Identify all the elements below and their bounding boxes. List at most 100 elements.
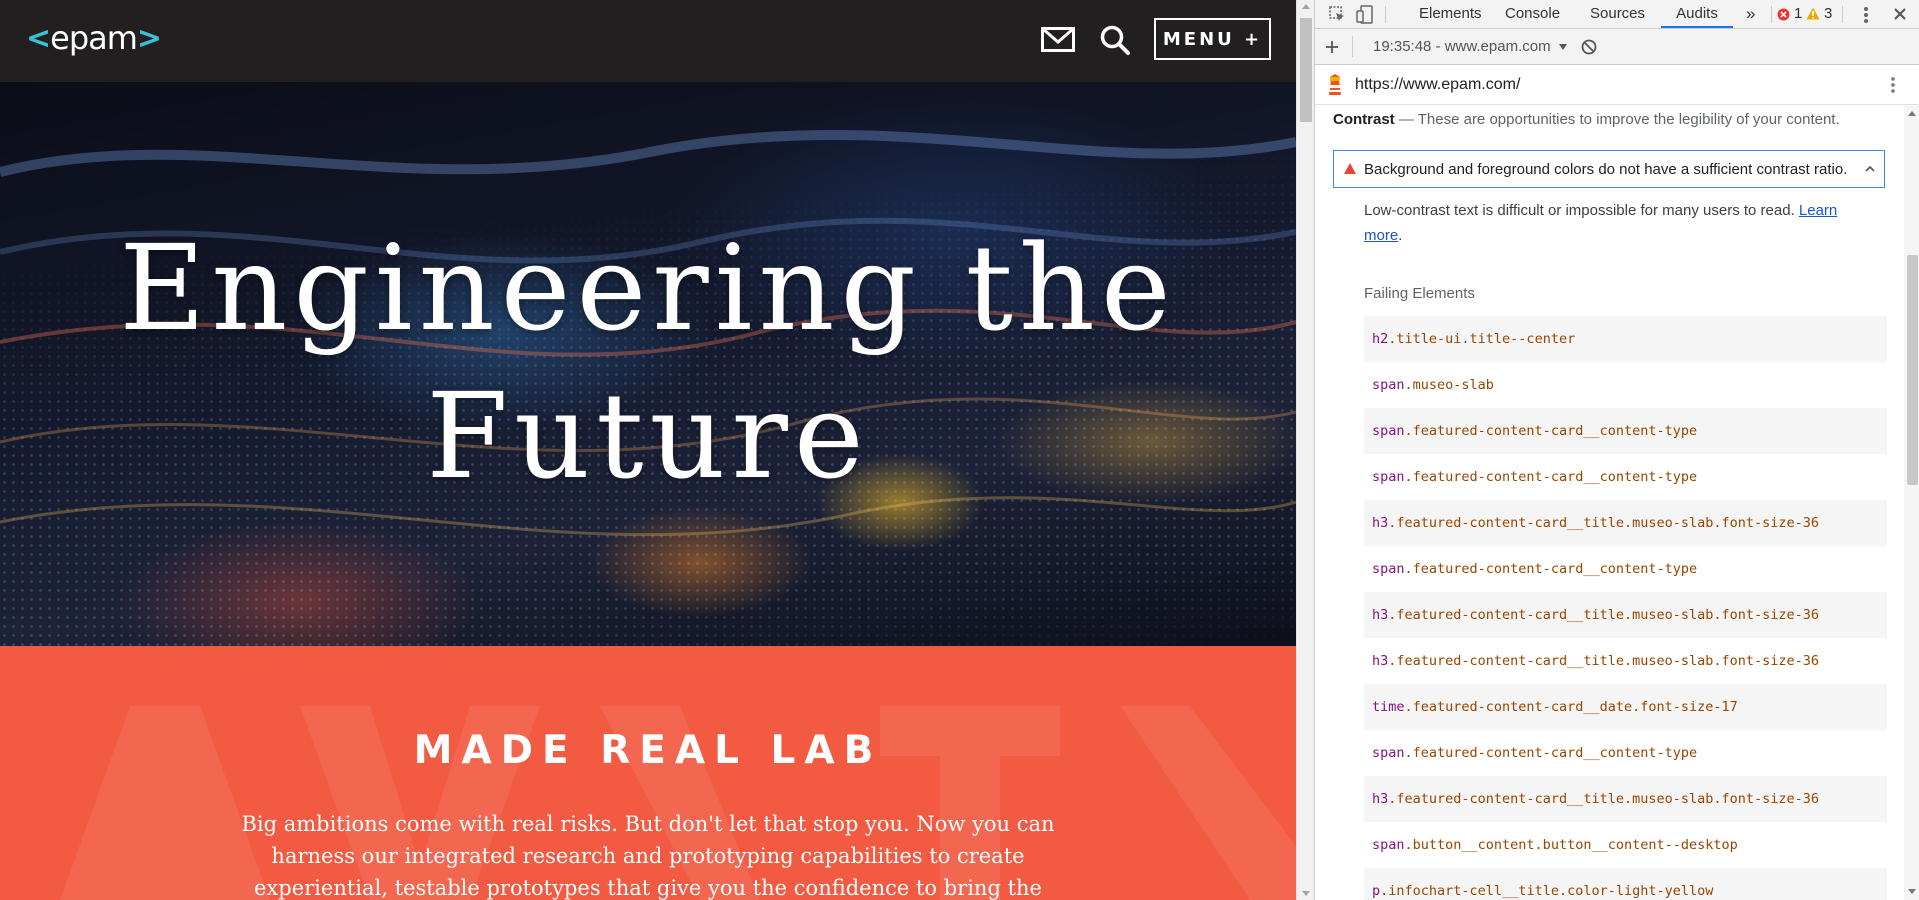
element-tag: span bbox=[1372, 469, 1405, 485]
element-classes: .button__content.button__content--deskto… bbox=[1404, 837, 1738, 853]
close-icon[interactable] bbox=[1893, 7, 1907, 21]
contrast-audit-item[interactable]: Background and foreground colors do not … bbox=[1333, 150, 1885, 188]
clear-reports-icon[interactable] bbox=[1581, 39, 1597, 55]
error-count[interactable]: 1 bbox=[1794, 0, 1802, 28]
element-classes: .featured-content-card__date.font-size-1… bbox=[1404, 699, 1738, 715]
element-classes: .infochart-cell__title.color-light-yello… bbox=[1380, 883, 1714, 899]
failing-elements-list: h2.title-ui.title--center span.museo-slab… bbox=[1364, 316, 1887, 900]
hero-banner: Engineering the Future bbox=[0, 82, 1296, 646]
devtools-scrollbar[interactable] bbox=[1904, 105, 1919, 900]
failing-element-row[interactable]: h3.featured-content-card__title.museo-sl… bbox=[1364, 776, 1887, 822]
menu-button[interactable]: MENU + bbox=[1154, 18, 1271, 60]
audit-title: Background and foreground colors do not … bbox=[1364, 161, 1848, 178]
hero-title: Engineering the Future bbox=[0, 214, 1296, 510]
error-icon[interactable] bbox=[1777, 8, 1790, 21]
scrollbar-thumb[interactable] bbox=[1300, 18, 1312, 122]
element-classes: .featured-content-card__title.museo-slab… bbox=[1388, 653, 1820, 669]
element-tag: span bbox=[1372, 423, 1405, 439]
element-classes: .featured-content-card__title.museo-slab… bbox=[1388, 791, 1820, 807]
inspect-element-icon[interactable] bbox=[1329, 6, 1346, 23]
warning-icon[interactable] bbox=[1806, 7, 1820, 20]
failing-element-row[interactable]: span.featured-content-card__content-type bbox=[1364, 408, 1887, 454]
device-toolbar-icon[interactable] bbox=[1356, 5, 1374, 24]
element-classes: .featured-content-card__content-type bbox=[1404, 745, 1698, 761]
scroll-down-arrow-icon[interactable] bbox=[1302, 891, 1310, 896]
element-classes: .featured-content-card__title.museo-slab… bbox=[1388, 607, 1820, 623]
element-tag: h3 bbox=[1372, 607, 1389, 623]
audits-toolbar: 19:35:48 - www.epam.com bbox=[1315, 29, 1919, 65]
made-real-lab-section: MADE REAL LAB Big ambitions come with re… bbox=[0, 646, 1296, 900]
search-icon[interactable] bbox=[1099, 24, 1131, 56]
audit-description-text: Low-contrast text is difficult or imposs… bbox=[1364, 202, 1795, 219]
element-classes: .featured-content-card__content-type bbox=[1404, 469, 1698, 485]
tab-console[interactable]: Console bbox=[1505, 0, 1560, 28]
contrast-heading: Contrast bbox=[1333, 111, 1395, 128]
audited-url: https://www.epam.com/ bbox=[1355, 76, 1521, 93]
lighthouse-icon bbox=[1329, 74, 1341, 95]
element-tag: h3 bbox=[1372, 791, 1389, 807]
failing-element-row[interactable]: h3.featured-content-card__title.museo-sl… bbox=[1364, 638, 1887, 684]
contrast-section-header: Contrast — These are opportunities to im… bbox=[1333, 111, 1840, 128]
failing-element-row[interactable]: span.featured-content-card__content-type bbox=[1364, 730, 1887, 776]
scroll-up-arrow-icon[interactable] bbox=[1908, 111, 1916, 116]
failing-element-row[interactable]: p.infochart-cell__title.color-light-yell… bbox=[1364, 868, 1887, 900]
logo-text: epam bbox=[50, 19, 138, 57]
element-classes: .title-ui.title--center bbox=[1388, 331, 1576, 347]
tab-separator bbox=[1771, 6, 1772, 23]
contrast-subtitle: — These are opportunities to improve the… bbox=[1398, 111, 1840, 128]
tab-sources[interactable]: Sources bbox=[1590, 0, 1645, 28]
tab-audits[interactable]: Audits bbox=[1661, 0, 1733, 28]
plus-icon[interactable] bbox=[1325, 40, 1339, 54]
epam-logo[interactable]: < epam > bbox=[26, 18, 162, 58]
audit-report-content: Contrast — These are opportunities to im… bbox=[1315, 105, 1904, 900]
failing-elements-title: Failing Elements bbox=[1364, 285, 1475, 302]
scroll-up-arrow-icon[interactable] bbox=[1302, 4, 1310, 9]
fail-triangle-icon bbox=[1344, 163, 1356, 174]
logo-left-chevron: < bbox=[26, 20, 51, 56]
tab-elements[interactable]: Elements bbox=[1419, 0, 1482, 28]
failing-element-row[interactable]: span.museo-slab bbox=[1364, 362, 1887, 408]
element-classes: .featured-content-card__title.museo-slab… bbox=[1388, 515, 1820, 531]
website-viewport: < epam > MENU + Engineering the Future M… bbox=[0, 0, 1296, 900]
element-tag: h3 bbox=[1372, 653, 1389, 669]
report-selector-label: 19:35:48 - www.epam.com bbox=[1373, 38, 1551, 55]
failing-element-row[interactable]: span.button__content.button__content--de… bbox=[1364, 822, 1887, 868]
element-tag: span bbox=[1372, 377, 1405, 393]
mail-icon[interactable] bbox=[1041, 27, 1075, 52]
scroll-down-arrow-icon[interactable] bbox=[1908, 889, 1916, 894]
tab-separator bbox=[1385, 6, 1386, 23]
site-header: < epam > MENU + bbox=[0, 0, 1296, 82]
warning-count[interactable]: 3 bbox=[1824, 0, 1832, 28]
more-tabs-button[interactable]: » bbox=[1746, 0, 1755, 28]
tab-separator bbox=[1842, 6, 1843, 23]
element-classes: .featured-content-card__content-type bbox=[1404, 561, 1698, 577]
report-selector[interactable]: 19:35:48 - www.epam.com bbox=[1373, 38, 1567, 55]
element-tag: h2 bbox=[1372, 331, 1389, 347]
toolbar-separator bbox=[1352, 36, 1353, 57]
failing-element-row[interactable]: h3.featured-content-card__title.museo-sl… bbox=[1364, 500, 1887, 546]
devtools-panel: Elements Console Sources Audits » 1 3 19… bbox=[1314, 0, 1919, 900]
more-options-icon[interactable] bbox=[1863, 6, 1869, 24]
failing-element-row[interactable]: span.featured-content-card__content-type bbox=[1364, 546, 1887, 592]
failing-element-row[interactable]: h2.title-ui.title--center bbox=[1364, 316, 1887, 362]
element-tag: span bbox=[1372, 745, 1405, 761]
element-tag: span bbox=[1372, 837, 1405, 853]
hero-title-line-1: Engineering the bbox=[119, 219, 1177, 357]
lab-description: Big ambitions come with real risks. But … bbox=[241, 812, 1055, 900]
lab-title: MADE REAL LAB bbox=[413, 728, 883, 773]
failing-element-row[interactable]: h3.featured-content-card__title.museo-sl… bbox=[1364, 592, 1887, 638]
website-scrollbar[interactable] bbox=[1296, 0, 1314, 900]
audit-url-bar: https://www.epam.com/ bbox=[1315, 65, 1919, 105]
failing-element-row[interactable]: time.featured-content-card__date.font-si… bbox=[1364, 684, 1887, 730]
failing-element-row[interactable]: span.featured-content-card__content-type bbox=[1364, 454, 1887, 500]
hero-title-line-2: Future bbox=[426, 367, 870, 505]
scrollbar-thumb[interactable] bbox=[1907, 255, 1918, 485]
kebab-menu-icon[interactable] bbox=[1890, 76, 1896, 94]
chevron-up-icon[interactable] bbox=[1864, 163, 1876, 175]
devtools-tab-bar: Elements Console Sources Audits » 1 3 bbox=[1315, 0, 1919, 29]
element-classes: .featured-content-card__content-type bbox=[1404, 423, 1698, 439]
element-tag: h3 bbox=[1372, 515, 1389, 531]
audit-description: Low-contrast text is difficult or imposs… bbox=[1364, 202, 1838, 244]
element-classes: .museo-slab bbox=[1404, 377, 1494, 393]
element-tag: span bbox=[1372, 561, 1405, 577]
